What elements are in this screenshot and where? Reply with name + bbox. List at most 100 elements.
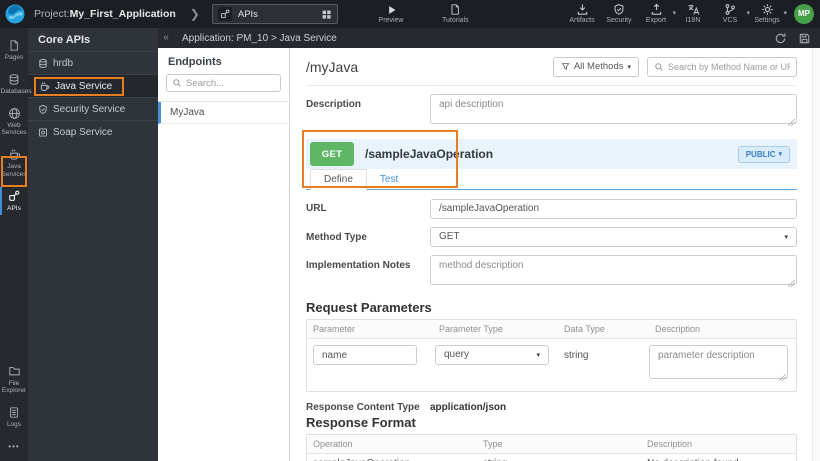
implementation-notes-label: Implementation Notes — [306, 259, 411, 271]
coffee-icon — [8, 148, 21, 161]
save-icon[interactable] — [798, 32, 811, 45]
translate-icon — [687, 3, 700, 16]
visibility-button[interactable]: PUBLIC ▾ — [737, 145, 790, 163]
method-type-select[interactable]: GET ▾ — [430, 226, 797, 247]
api-title: /myJava — [306, 58, 359, 75]
core-apis-title: Core APIs — [38, 33, 91, 46]
collapse-panel-icon[interactable]: « — [158, 28, 174, 48]
logs-icon — [8, 406, 20, 419]
operation-tabs: Define Test — [306, 169, 797, 190]
caret-down-icon: ▾ — [746, 10, 750, 17]
tab-test[interactable]: Test — [367, 170, 411, 189]
operation-row: GET /sampleJavaOperation PUBLIC ▾ — [306, 139, 797, 169]
content-scrollbar[interactable] — [812, 48, 820, 461]
branch-icon — [724, 3, 736, 16]
url-label: URL — [306, 203, 327, 214]
service-item-soap-service[interactable]: Soap Service — [28, 120, 158, 143]
soap-service-icon — [38, 127, 48, 138]
endpoint-item-myjava[interactable]: MyJava — [158, 102, 289, 124]
caret-down-icon: ▾ — [536, 351, 540, 359]
endpoints-list: MyJava — [158, 101, 289, 124]
service-item-hrdb[interactable]: hrdb — [28, 51, 158, 74]
endpoints-search[interactable] — [166, 74, 281, 92]
response-content-type-label: Response Content Type — [306, 401, 420, 413]
caret-down-icon: ▾ — [783, 10, 787, 17]
wavemaker-logo-icon[interactable] — [5, 4, 25, 24]
parameter-type-select[interactable]: query ▾ — [435, 344, 549, 365]
description-row: Description api description — [306, 94, 797, 129]
method-search-input[interactable] — [668, 61, 790, 72]
apis-tab-label: APIs — [237, 8, 258, 20]
project-name[interactable]: Project:My_First_Application — [34, 8, 176, 20]
coffee-icon — [39, 81, 50, 92]
apis-icon — [8, 190, 20, 203]
caret-down-icon: ▾ — [672, 10, 676, 17]
description-textarea[interactable]: api description — [430, 94, 797, 124]
sidebar-item-web-services[interactable]: Web Services — [0, 103, 28, 141]
endpoints-title: Endpoints — [168, 56, 222, 68]
sidebar-item-databases[interactable]: Databases — [0, 69, 32, 99]
databases-icon — [8, 73, 20, 86]
sidebar-item-logs[interactable]: Logs — [0, 402, 28, 432]
sidebar-item-java-services[interactable]: Java Services — [0, 144, 28, 182]
grid-icon[interactable] — [321, 9, 332, 20]
caret-down-icon: ▾ — [627, 63, 631, 71]
method-search[interactable] — [647, 56, 797, 77]
request-parameters-table: Parameter Parameter Type Data Type Descr… — [306, 318, 797, 392]
sidebar-item-apis[interactable]: APIs — [0, 186, 28, 216]
apis-workspace-tab[interactable]: APIs — [211, 4, 338, 24]
security-button[interactable]: Security — [606, 3, 632, 24]
api-header: /myJava All Methods ▾ — [306, 48, 797, 86]
response-content-type-value: application/json — [430, 401, 507, 413]
refresh-icon[interactable] — [774, 32, 787, 45]
artifacts-button[interactable]: Artifacts — [569, 3, 595, 24]
request-parameters-header: Parameter Parameter Type Data Type Descr… — [307, 319, 796, 339]
gear-icon — [761, 3, 774, 16]
database-icon — [38, 58, 48, 69]
response-operation: sampleJavaOperation — [307, 454, 477, 461]
vcs-button[interactable]: ▾ VCS — [717, 3, 750, 24]
response-format-row: sampleJavaOperation string No descriptio… — [307, 454, 796, 461]
caret-down-icon: ▾ — [784, 233, 788, 241]
url-row: URL — [306, 198, 797, 219]
apis-tab-icon — [217, 7, 232, 21]
user-avatar[interactable]: MP — [794, 3, 814, 24]
sidebar-item-pages[interactable]: Pages — [0, 35, 28, 65]
preview-button[interactable]: Preview — [378, 3, 404, 24]
parameter-name-input[interactable] — [313, 345, 417, 365]
parameter-description-textarea[interactable]: parameter description — [649, 344, 788, 379]
service-item-java-service[interactable]: Java Service — [28, 74, 158, 97]
app-window: Project:My_First_Application ❯ APIs Prev… — [0, 0, 820, 461]
parameter-data-type: string — [564, 349, 589, 361]
filter-icon — [561, 62, 570, 71]
implementation-notes-textarea[interactable]: method description — [430, 254, 797, 285]
download-icon — [576, 3, 589, 16]
response-description: No description found — [641, 454, 796, 461]
methods-filter-button[interactable]: All Methods ▾ — [552, 56, 639, 77]
service-item-security-service[interactable]: Security Service — [28, 97, 158, 120]
export-button[interactable]: ▾ Export — [643, 3, 676, 24]
url-input[interactable] — [430, 198, 797, 219]
method-type-row: Method Type GET ▾ — [306, 226, 797, 247]
topbar-right-actions: Artifacts Security ▾ Export I18N ▾ VCS ▾… — [569, 3, 814, 24]
i18n-button[interactable]: I18N — [680, 3, 706, 24]
search-icon — [172, 78, 182, 88]
upload-icon — [650, 3, 663, 16]
topbar-center-actions: Preview Tutorials — [378, 3, 469, 24]
description-label: Description — [306, 99, 362, 110]
endpoints-search-input[interactable] — [186, 77, 275, 89]
settings-button[interactable]: ▾ Settings — [754, 3, 787, 24]
sidebar-item-file-explorer[interactable]: File Explorer — [0, 361, 28, 399]
tutorials-button[interactable]: Tutorials — [442, 3, 469, 24]
endpoints-panel: Endpoints MyJava — [158, 48, 290, 461]
java-service-annotation: Java Service — [34, 76, 125, 96]
tab-define[interactable]: Define — [310, 169, 367, 190]
caret-down-icon: ▾ — [778, 151, 782, 158]
search-icon — [654, 62, 664, 72]
rail-more-button[interactable]: ••• — [8, 436, 19, 461]
request-parameters-title: Request Parameters — [306, 299, 432, 315]
folder-icon — [8, 365, 21, 378]
method-badge[interactable]: GET — [310, 142, 354, 166]
globe-icon — [8, 107, 21, 120]
left-icon-rail: Pages Databases Web Services Java Servic… — [0, 28, 32, 461]
